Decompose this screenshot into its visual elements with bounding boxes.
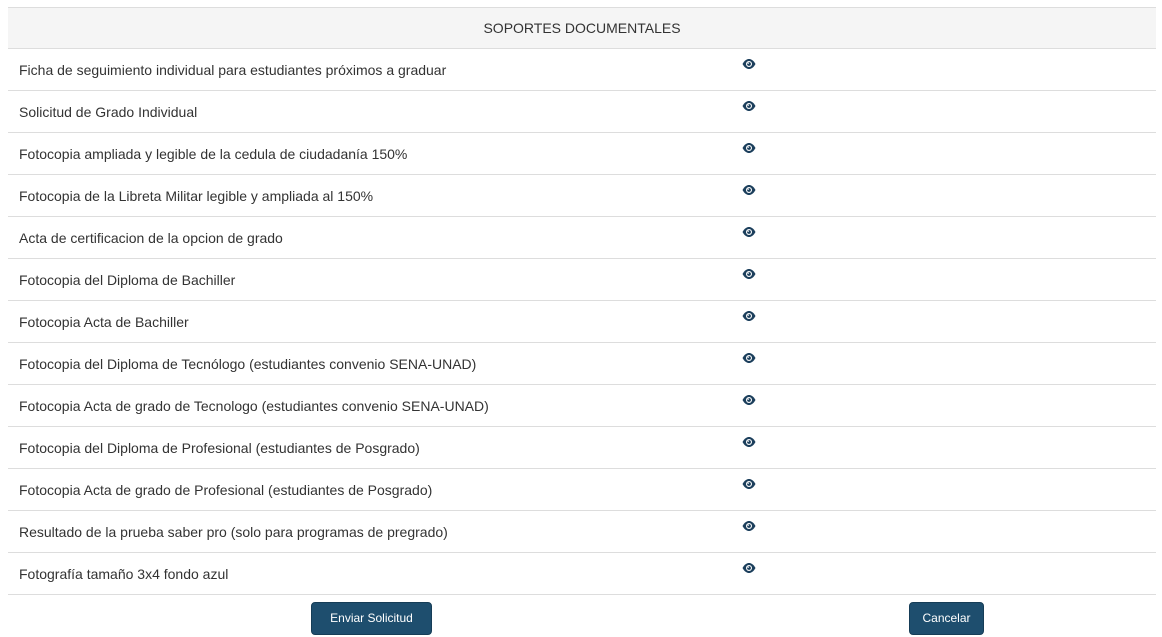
eye-icon[interactable] xyxy=(742,184,756,195)
document-view-cell xyxy=(733,90,1157,133)
table-row: Fotocopia ampliada y legible de la cedul… xyxy=(8,132,1157,175)
table-row: Fotocopia Acta de Bachiller xyxy=(8,300,1157,343)
document-name: Fotocopia Acta de Bachiller xyxy=(8,300,733,343)
document-view-cell xyxy=(733,300,1157,343)
documents-table: SOPORTES DOCUMENTALES Ficha de seguimien… xyxy=(8,7,1157,595)
table-row: Fotocopia de la Libreta Militar legible … xyxy=(8,174,1157,217)
documents-list: Ficha de seguimiento individual para est… xyxy=(8,48,1157,595)
document-name: Fotocopia del Diploma de Tecnólogo (estu… xyxy=(8,342,733,385)
document-view-cell xyxy=(733,510,1157,553)
table-row: Resultado de la prueba saber pro (solo p… xyxy=(8,510,1157,553)
document-name: Fotografía tamaño 3x4 fondo azul xyxy=(8,552,733,595)
table-row: Fotocopia del Diploma de Tecnólogo (estu… xyxy=(8,342,1157,385)
table-row: Acta de certificacion de la opcion de gr… xyxy=(8,216,1157,259)
table-row: Fotocopia del Diploma de Bachiller xyxy=(8,258,1157,301)
document-view-cell xyxy=(733,216,1157,259)
document-name: Acta de certificacion de la opcion de gr… xyxy=(8,216,733,259)
eye-icon[interactable] xyxy=(742,436,756,447)
eye-icon[interactable] xyxy=(742,100,756,111)
send-request-button[interactable]: Enviar Solicitud xyxy=(311,602,432,635)
eye-icon[interactable] xyxy=(742,58,756,69)
document-view-cell xyxy=(733,174,1157,217)
document-view-cell xyxy=(733,552,1157,595)
eye-icon[interactable] xyxy=(742,226,756,237)
document-view-cell xyxy=(733,258,1157,301)
document-name: Fotocopia Acta de grado de Tecnologo (es… xyxy=(8,384,733,427)
document-name: Fotocopia del Diploma de Bachiller xyxy=(8,258,733,301)
document-view-cell xyxy=(733,132,1157,175)
eye-icon[interactable] xyxy=(742,268,756,279)
document-view-cell xyxy=(733,468,1157,511)
eye-icon[interactable] xyxy=(742,352,756,363)
table-row: Fotocopia Acta de grado de Profesional (… xyxy=(8,468,1157,511)
document-view-cell xyxy=(733,426,1157,469)
document-name: Fotocopia de la Libreta Militar legible … xyxy=(8,174,733,217)
table-row: Solicitud de Grado Individual xyxy=(8,90,1157,133)
section-title: SOPORTES DOCUMENTALES xyxy=(8,7,1157,49)
document-name: Ficha de seguimiento individual para est… xyxy=(8,48,733,91)
document-name: Solicitud de Grado Individual xyxy=(8,90,733,133)
document-view-cell xyxy=(733,342,1157,385)
table-header-row: SOPORTES DOCUMENTALES xyxy=(8,7,1157,49)
table-row: Fotografía tamaño 3x4 fondo azul xyxy=(8,552,1157,595)
document-view-cell xyxy=(733,384,1157,427)
document-name: Fotocopia ampliada y legible de la cedul… xyxy=(8,132,733,175)
document-name: Resultado de la prueba saber pro (solo p… xyxy=(8,510,733,553)
eye-icon[interactable] xyxy=(742,478,756,489)
document-name: Fotocopia del Diploma de Profesional (es… xyxy=(8,426,733,469)
document-name: Fotocopia Acta de grado de Profesional (… xyxy=(8,468,733,511)
table-row: Fotocopia Acta de grado de Tecnologo (es… xyxy=(8,384,1157,427)
eye-icon[interactable] xyxy=(742,142,756,153)
eye-icon[interactable] xyxy=(742,562,756,573)
table-row: Ficha de seguimiento individual para est… xyxy=(8,48,1157,91)
form-actions: Enviar Solicitud Cancelar xyxy=(0,602,1162,637)
cancel-button[interactable]: Cancelar xyxy=(909,602,984,635)
document-view-cell xyxy=(733,48,1157,91)
eye-icon[interactable] xyxy=(742,394,756,405)
eye-icon[interactable] xyxy=(742,520,756,531)
eye-icon[interactable] xyxy=(742,310,756,321)
table-row: Fotocopia del Diploma de Profesional (es… xyxy=(8,426,1157,469)
documentary-supports-panel: SOPORTES DOCUMENTALES Ficha de seguimien… xyxy=(8,7,1157,595)
